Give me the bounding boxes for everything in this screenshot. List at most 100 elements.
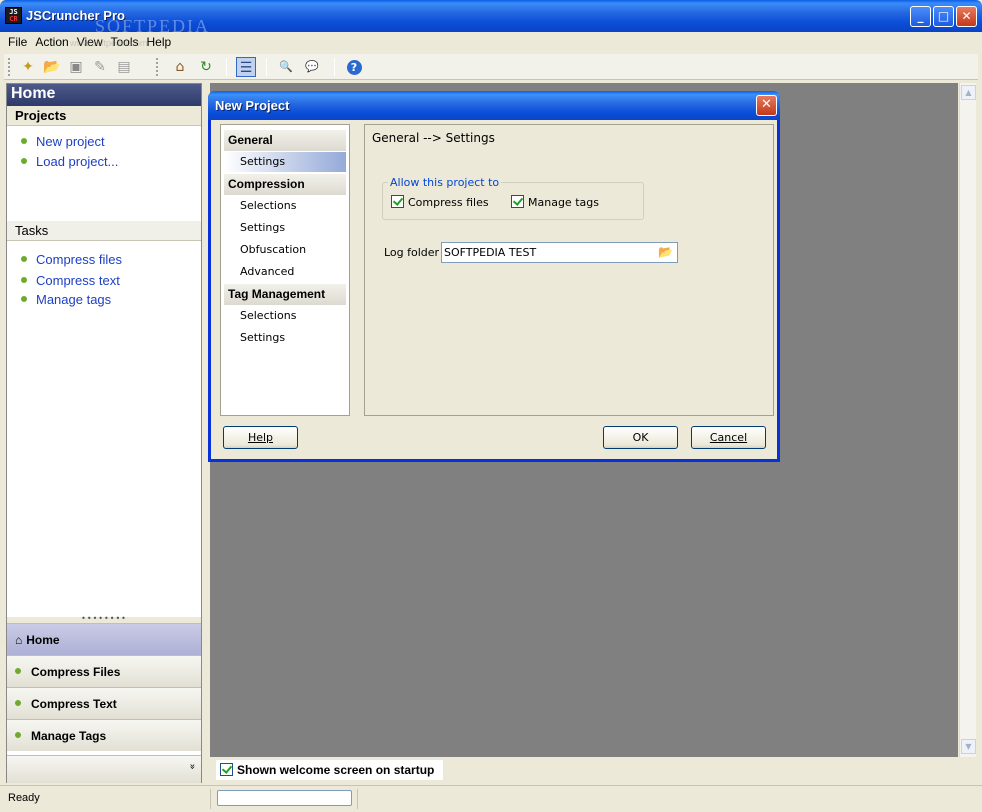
minimize-button[interactable]: _: [910, 6, 931, 27]
ok-button[interactable]: OK: [603, 426, 678, 449]
toolbar-grip-2[interactable]: [156, 58, 159, 76]
nav-item-compression-selections[interactable]: Selections: [224, 196, 346, 216]
new-document-icon[interactable]: ✦: [18, 57, 38, 77]
help-glyph: ?: [346, 60, 362, 75]
compress-files-label: Compress files: [36, 252, 122, 267]
home-icon: ⌂: [15, 633, 23, 647]
projects-section-title: Projects: [7, 106, 201, 126]
manage-tags-link[interactable]: Manage tags: [21, 292, 111, 307]
scroll-up-icon[interactable]: ▲: [961, 85, 976, 100]
disk-icon[interactable]: ▤: [114, 57, 134, 77]
save-icon[interactable]: ▣: [66, 57, 86, 77]
menu-file[interactable]: File: [4, 32, 31, 49]
startup-checkbox[interactable]: Shown welcome screen on startup: [216, 760, 443, 780]
list-view-icon[interactable]: ☰: [236, 57, 256, 77]
cancel-button[interactable]: Cancel: [691, 426, 766, 449]
watermark-url: www.softpedia.com: [70, 38, 148, 48]
compress-files-checkbox[interactable]: Compress files: [391, 195, 489, 209]
toolbar-separator-2: [266, 58, 267, 76]
left-pane-header: Home: [7, 84, 201, 106]
open-folder-icon[interactable]: 📂: [42, 57, 62, 77]
compress-files-option-label: Compress files: [408, 196, 489, 209]
search-folder-icon[interactable]: 🔍: [276, 57, 296, 77]
dialog-nav-panel: General Settings Compression Selections …: [220, 124, 350, 416]
nav-item-tags-settings[interactable]: Settings: [224, 328, 346, 348]
dialog-title: New Project: [215, 98, 290, 113]
toolbar: ✦ 📂 ▣ ✎ ▤ ⌂ ↻ ☰ 🔍 💬 ?: [4, 54, 978, 80]
checkbox-checked-icon[interactable]: [220, 763, 233, 776]
toolbar-separator: [226, 58, 227, 76]
comment-icon[interactable]: 💬: [302, 57, 322, 77]
nav-item-compression-advanced[interactable]: Advanced: [224, 262, 346, 282]
workspace-bottom-bar: Shown welcome screen on startup: [210, 757, 978, 783]
allow-options-group: Allow this project to Compress files Man…: [382, 176, 644, 220]
bullet-icon: [21, 256, 27, 262]
toolbar-separator-3: [334, 58, 335, 76]
load-project-link[interactable]: Load project...: [21, 154, 118, 169]
bullet-icon: [15, 700, 21, 706]
load-project-label: Load project...: [36, 154, 119, 169]
logo-line-2: CR: [9, 15, 18, 23]
nav-item-general-settings[interactable]: Settings: [224, 152, 346, 172]
nav-item-tags-selections[interactable]: Selections: [224, 306, 346, 326]
content-title: General --> Settings: [372, 131, 495, 145]
checkbox-checked-icon[interactable]: [511, 195, 524, 208]
edit-pencil-icon[interactable]: ✎: [90, 57, 110, 77]
toolbar-grip[interactable]: [8, 58, 11, 76]
nav-compress-text-button[interactable]: Compress Text: [7, 687, 201, 719]
help-icon[interactable]: ?: [344, 57, 364, 77]
log-folder-label: Log folder: [384, 246, 440, 259]
nav-compress-files-button[interactable]: Compress Files: [7, 655, 201, 687]
bullet-icon: [21, 158, 27, 164]
dialog-content-panel: General --> Settings Allow this project …: [364, 124, 774, 416]
nav-group-general[interactable]: General: [224, 130, 346, 151]
tasks-section-title: Tasks: [7, 221, 201, 241]
bullet-icon: [21, 296, 27, 302]
browse-folder-icon[interactable]: 📂: [658, 244, 674, 260]
dialog-close-button[interactable]: ✕: [756, 95, 777, 116]
nav-manage-tags-button[interactable]: Manage Tags: [7, 719, 201, 751]
nav-overflow-button[interactable]: »: [7, 755, 201, 783]
nav-group-compression[interactable]: Compression: [224, 174, 346, 195]
log-folder-value: SOFTPEDIA TEST: [444, 246, 537, 259]
status-separator: [210, 789, 211, 809]
new-project-dialog: New Project ✕ General Settings Compressi…: [208, 91, 780, 462]
left-pane: Home Projects New project Load project..…: [6, 83, 202, 783]
compress-text-label: Compress text: [36, 273, 120, 288]
log-folder-input[interactable]: SOFTPEDIA TEST 📂: [441, 242, 678, 263]
checkbox-checked-icon[interactable]: [391, 195, 404, 208]
nav-compress-files-label: Compress Files: [31, 665, 121, 679]
dialog-titlebar[interactable]: New Project ✕: [208, 91, 780, 120]
nav-group-tag-management[interactable]: Tag Management: [224, 284, 346, 305]
manage-tags-option-label: Manage tags: [528, 196, 599, 209]
bullet-icon: [21, 277, 27, 283]
scroll-down-icon[interactable]: ▼: [961, 739, 976, 754]
window-titlebar[interactable]: JS CR JSCruncher Pro SOFTPEDIA _ □ ✕: [0, 0, 982, 36]
nav-home-label: Home: [26, 633, 60, 647]
status-progress-box: [217, 790, 352, 806]
app-logo-icon: JS CR: [5, 7, 22, 24]
compress-text-link[interactable]: Compress text: [21, 273, 120, 288]
new-project-label: New project: [36, 134, 105, 149]
close-button[interactable]: ✕: [956, 6, 977, 27]
nav-item-compression-settings[interactable]: Settings: [224, 218, 346, 238]
compress-files-link[interactable]: Compress files: [21, 252, 122, 267]
nav-compress-text-label: Compress Text: [31, 697, 117, 711]
manage-tags-checkbox[interactable]: Manage tags: [511, 195, 599, 209]
help-button[interactable]: Help: [223, 426, 298, 449]
refresh-icon[interactable]: ↻: [196, 57, 216, 77]
startup-checkbox-label: Shown welcome screen on startup: [237, 763, 435, 777]
status-separator-2: [357, 789, 358, 809]
allow-group-legend: Allow this project to: [388, 176, 502, 189]
manage-tags-label: Manage tags: [36, 292, 112, 307]
nav-manage-tags-label: Manage Tags: [31, 729, 107, 743]
status-text: Ready: [8, 792, 40, 804]
home-icon[interactable]: ⌂: [170, 57, 190, 77]
workspace-scrollbar[interactable]: ▲ ▼: [959, 83, 976, 757]
new-project-link[interactable]: New project: [21, 134, 105, 149]
nav-home-button[interactable]: ⌂ Home: [7, 623, 201, 655]
chevron-more-icon: »: [186, 763, 198, 770]
menu-action[interactable]: Action: [31, 32, 72, 49]
maximize-button[interactable]: □: [933, 6, 954, 27]
nav-item-compression-obfuscation[interactable]: Obfuscation: [224, 240, 346, 260]
